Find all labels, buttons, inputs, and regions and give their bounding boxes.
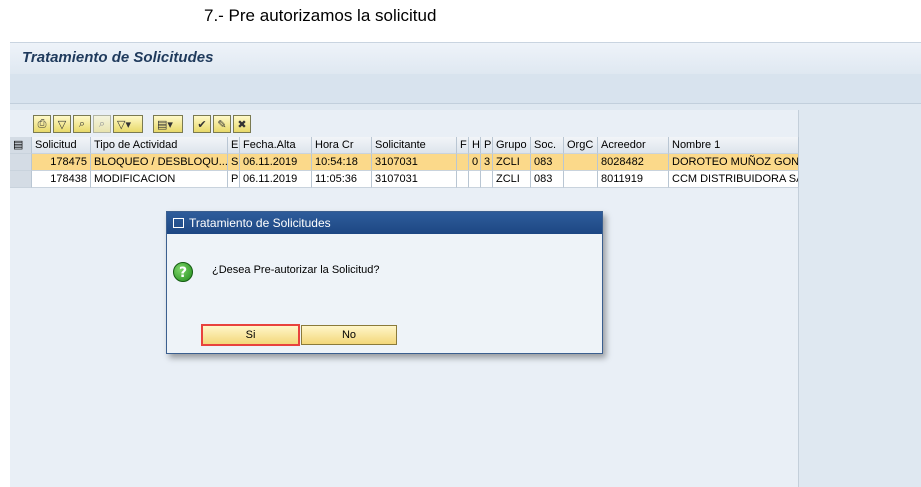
reject-icon[interactable]: ✖ <box>233 115 251 133</box>
column-header[interactable]: Grupo <box>493 137 531 154</box>
column-header[interactable]: Nombre 1 <box>669 137 799 154</box>
table-row[interactable]: 178438 MODIFICACION P 06.11.2019 11:05:3… <box>10 171 799 188</box>
export-icon[interactable]: ▤▾ <box>153 115 183 133</box>
dialog-title: Tratamiento de Solicitudes <box>189 216 331 230</box>
sap-title-bar: Tratamiento de Solicitudes <box>10 42 921 74</box>
no-button[interactable]: No <box>301 325 397 345</box>
column-header[interactable]: F <box>457 137 469 154</box>
window-icon <box>173 218 184 228</box>
select-all-icon[interactable]: ▤ <box>10 137 32 154</box>
dialog-message: ¿Desea Pre-autorizar la Solicitud? <box>212 264 380 276</box>
approve-icon[interactable]: ✔ <box>193 115 211 133</box>
row-selector[interactable] <box>10 171 32 188</box>
request-table: ▤ Solicitud Tipo de Actividad E Fecha.Al… <box>10 137 799 188</box>
yes-button[interactable]: Si <box>201 324 300 346</box>
document-caption: 7.- Pre autorizamos la solicitud <box>204 6 437 25</box>
question-icon: ? <box>173 262 193 282</box>
application-toolbar <box>10 74 921 104</box>
column-header[interactable]: Hora Cr <box>312 137 372 154</box>
dialog-title-bar[interactable]: Tratamiento de Solicitudes <box>167 212 602 234</box>
alv-toolbar: ⎙ ▽ ⌕ ⌕ ▽▾ ▤▾ ✔ ✎ ✖ <box>33 114 251 134</box>
column-header[interactable]: Solicitud <box>32 137 91 154</box>
table-header: ▤ Solicitud Tipo de Actividad E Fecha.Al… <box>10 137 799 154</box>
filter-icon[interactable]: ▽ <box>53 115 71 133</box>
column-header[interactable]: Fecha.Alta <box>240 137 312 154</box>
column-header[interactable]: E <box>228 137 240 154</box>
column-header[interactable]: Soc. <box>531 137 564 154</box>
column-header[interactable]: Solicitante <box>372 137 457 154</box>
confirm-dialog: Tratamiento de Solicitudes ? ¿Desea Pre-… <box>166 211 603 354</box>
page-title: Tratamiento de Solicitudes <box>22 49 214 66</box>
column-header[interactable]: Acreedor <box>598 137 669 154</box>
column-header[interactable]: H <box>469 137 481 154</box>
edit-icon[interactable]: ✎ <box>213 115 231 133</box>
column-header[interactable]: P <box>481 137 493 154</box>
column-header[interactable]: OrgC <box>564 137 598 154</box>
filter-dropdown-icon[interactable]: ▽▾ <box>113 115 143 133</box>
column-header[interactable]: Tipo de Actividad <box>91 137 228 154</box>
table-row[interactable]: 178475 BLOQUEO / DESBLOQU... S 06.11.201… <box>10 154 799 171</box>
find-icon[interactable]: ⌕ <box>73 115 91 133</box>
row-selector[interactable] <box>10 154 32 171</box>
find-next-icon[interactable]: ⌕ <box>93 115 111 133</box>
print-icon[interactable]: ⎙ <box>33 115 51 133</box>
